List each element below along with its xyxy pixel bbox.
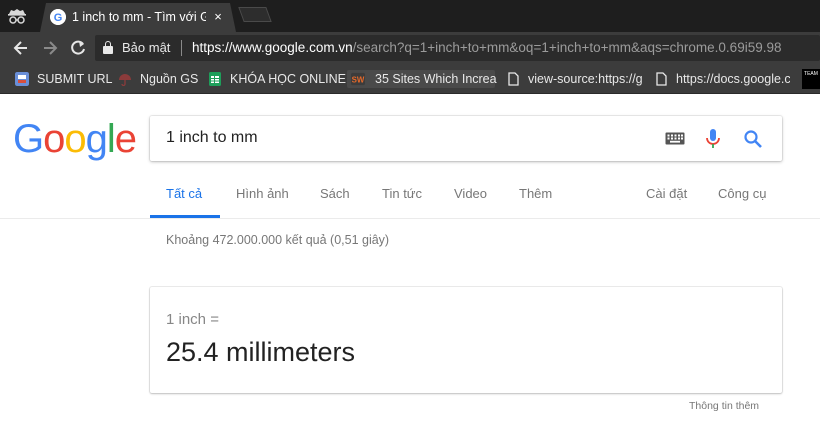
- bookmark-view-source[interactable]: view-source:https://g: [506, 70, 642, 88]
- tab-tools[interactable]: Công cụ: [718, 186, 766, 206]
- bookmark-label: Nguồn GS: [140, 72, 199, 86]
- submit-url-icon: [15, 72, 29, 86]
- forward-button[interactable]: [40, 38, 60, 58]
- tab-books[interactable]: Sách: [320, 186, 350, 206]
- lock-icon: [103, 41, 113, 54]
- security-label[interactable]: Bảo mật: [122, 40, 170, 55]
- url-host: https://www.google.com.vn: [192, 40, 353, 55]
- bookmark-label: KHÓA HỌC ONLINE: [230, 72, 346, 86]
- more-info-link[interactable]: Thông tin thêm: [689, 400, 759, 412]
- page-icon: [656, 72, 667, 86]
- bookmark-label: 35 Sites Which Increa: [375, 72, 497, 86]
- reload-icon: [71, 40, 85, 55]
- converter-from-value: 1 inch =: [166, 311, 219, 328]
- bookmark-label: SUBMIT URL: [37, 72, 113, 86]
- tab-more[interactable]: Thêm: [519, 186, 552, 206]
- tab-strip: G 1 inch to mm - Tìm với Google ×: [0, 0, 820, 32]
- tab-video[interactable]: Video: [454, 186, 487, 206]
- search-box[interactable]: 1 inch to mm: [150, 116, 782, 161]
- browser-toolbar: Bảo mật https://www.google.com.vn/search…: [0, 32, 820, 64]
- search-input[interactable]: 1 inch to mm: [166, 129, 258, 147]
- arrow-right-icon: [44, 41, 58, 55]
- svg-text:SW: SW: [352, 76, 365, 85]
- bookmark-35-sites[interactable]: SW 35 Sites Which Increa: [347, 70, 497, 88]
- search-tabs: Tất cả Hình ảnh Sách Tin tức Video Thêm …: [0, 172, 820, 219]
- tab-title: 1 inch to mm - Tìm với Google: [72, 10, 206, 24]
- page-icon: [508, 72, 519, 86]
- microphone-icon[interactable]: [705, 128, 721, 150]
- svg-text:G: G: [54, 12, 63, 24]
- umbrella-icon: [119, 74, 131, 86]
- bookmarks-bar: SUBMIT URL Nguồn GS KHÓA HỌC ONLINE SW 3…: [0, 64, 820, 94]
- address-separator: [181, 40, 182, 56]
- arrow-left-icon: [13, 41, 27, 55]
- sheets-icon: [209, 72, 221, 86]
- url-text[interactable]: https://www.google.com.vn/search?q=1+inc…: [192, 40, 817, 57]
- bookmark-nguon-gs[interactable]: Nguồn GS: [118, 70, 200, 88]
- reload-button[interactable]: [68, 38, 88, 58]
- url-path: /search?q=1+inch+to+mm&oq=1+inch+to+mm&a…: [352, 40, 782, 55]
- address-bar[interactable]: Bảo mật https://www.google.com.vn/search…: [95, 35, 820, 61]
- tab-images[interactable]: Hình ảnh: [236, 186, 289, 206]
- tab-news[interactable]: Tin tức: [382, 186, 422, 206]
- bookmark-label: https://docs.google.c: [676, 72, 790, 86]
- unit-converter-card: 1 inch = 25.4 millimeters: [150, 287, 782, 393]
- tab-settings[interactable]: Cài đặt: [646, 186, 687, 206]
- bookmark-docs-google[interactable]: https://docs.google.c: [654, 70, 790, 88]
- active-tab-indicator: [150, 215, 220, 218]
- google-logo[interactable]: Google: [13, 116, 137, 162]
- sw-icon: SW: [351, 72, 365, 86]
- browser-tab[interactable]: G 1 inch to mm - Tìm với Google ×: [40, 3, 236, 32]
- converter-result: 25.4 millimeters: [166, 337, 356, 367]
- back-button[interactable]: [11, 38, 31, 58]
- tab-all[interactable]: Tất cả: [166, 186, 202, 206]
- bookmark-label: view-source:https://g: [528, 72, 642, 86]
- incognito-icon: [8, 9, 26, 24]
- result-stats: Khoảng 472.000.000 kết quả (0,51 giây): [166, 233, 390, 247]
- google-favicon-icon: G: [50, 9, 66, 25]
- bookmark-team[interactable]: TEAM: [802, 69, 820, 89]
- keyboard-icon[interactable]: [665, 132, 685, 145]
- tab-close-button[interactable]: ×: [211, 9, 225, 25]
- new-tab-button[interactable]: [238, 7, 272, 22]
- bookmark-khoa-hoc-online[interactable]: KHÓA HỌC ONLINE: [208, 70, 346, 88]
- search-icon[interactable]: [743, 129, 763, 149]
- bookmark-submit-url[interactable]: SUBMIT URL: [15, 70, 113, 88]
